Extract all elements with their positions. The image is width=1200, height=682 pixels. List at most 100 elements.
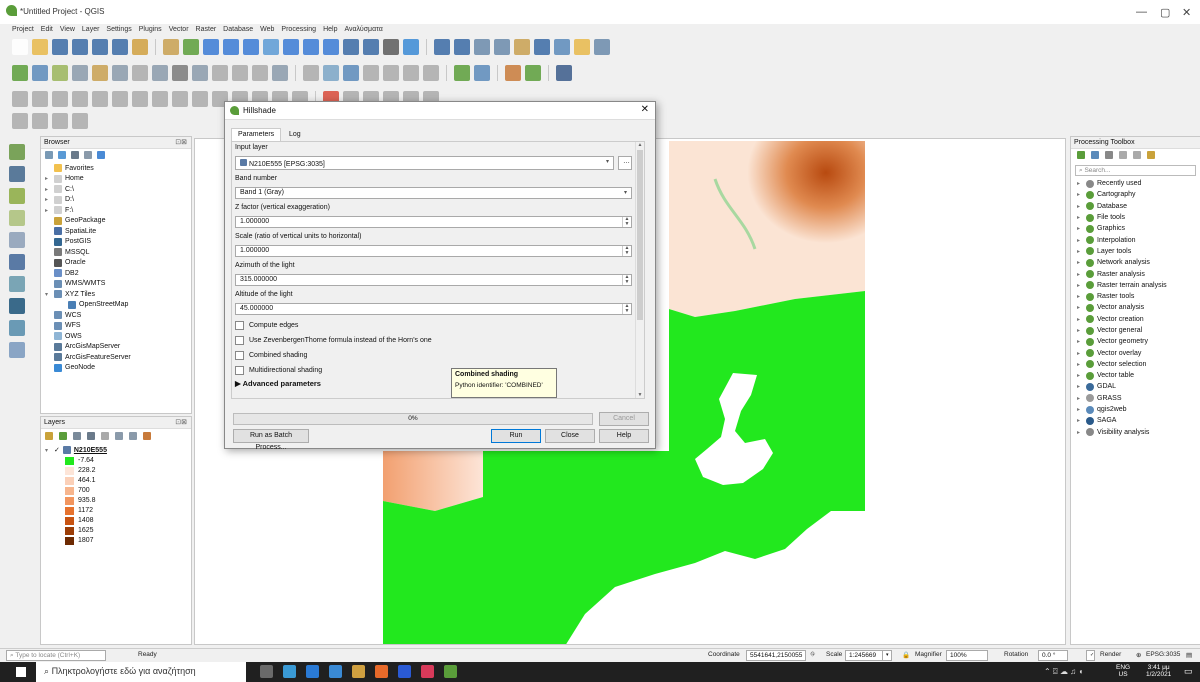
globe-icon[interactable]: ⊕ (1136, 651, 1141, 659)
expand-arrow-icon[interactable]: ▸ (45, 207, 51, 214)
toolbar-tool-icon[interactable] (52, 65, 68, 81)
toolbar-tool-icon[interactable] (303, 65, 319, 81)
taskbar-app-icon[interactable] (283, 665, 296, 678)
toolbar-tool-icon[interactable] (132, 91, 148, 107)
browser-item[interactable]: Favorites (45, 163, 191, 174)
add-database-layer-icon[interactable] (9, 254, 25, 270)
checkbox-icon[interactable] (235, 321, 244, 330)
scroll-down-icon[interactable]: ▼ (636, 392, 644, 398)
toolbar-tool-icon[interactable] (72, 39, 88, 55)
toolbox-item[interactable]: ▸ File tools (1077, 212, 1200, 223)
toolbar-tool-icon[interactable] (403, 65, 419, 81)
expand-arrow-icon[interactable]: ▸ (1077, 395, 1083, 402)
toolbar-tool-icon[interactable] (283, 39, 299, 55)
toolbar-tool-icon[interactable] (192, 91, 208, 107)
eye-icon[interactable] (73, 432, 81, 440)
menu-item[interactable]: Plugins (139, 26, 162, 33)
toolbar-tool-icon[interactable] (32, 39, 48, 55)
toolbox-search-input[interactable]: ⌕ Search... (1075, 165, 1196, 176)
toolbox-item[interactable]: ▸ Vector general (1077, 325, 1200, 336)
expand-arrow-icon[interactable]: ▸ (1077, 293, 1083, 300)
toolbar-tool-icon[interactable] (243, 39, 259, 55)
browser-item[interactable]: GeoPackage (45, 216, 191, 227)
toolbox-item[interactable]: ▸ Network analysis (1077, 257, 1200, 268)
toolbar-tool-icon[interactable] (32, 91, 48, 107)
scroll-up-icon[interactable]: ▲ (636, 142, 644, 148)
toolbox-item[interactable]: ▸ Interpolation (1077, 234, 1200, 245)
toolbar-tool-icon[interactable] (556, 65, 572, 81)
expand-arrow-icon[interactable]: ▸ (1077, 248, 1083, 255)
toolbar-tool-icon[interactable] (363, 65, 379, 81)
toolbar-tool-icon[interactable] (525, 65, 541, 81)
expand-arrow-icon[interactable]: ▸ (1077, 282, 1083, 289)
azimuth-input[interactable]: 315.000000 ▲ ▼ (235, 274, 632, 286)
expand-arrow-icon[interactable]: ▸ (1077, 383, 1083, 390)
locate-input[interactable]: ⌕ Type to locate (Ctrl+K) (6, 650, 106, 661)
toolbar-tool-icon[interactable] (252, 65, 268, 81)
browser-item[interactable]: WCS (45, 310, 191, 321)
spin-arrows-icon[interactable]: ▲ ▼ (622, 217, 631, 227)
magnifier-field[interactable]: 100% (946, 650, 988, 661)
checkbox-icon[interactable] (235, 351, 244, 360)
add-group-icon[interactable] (59, 432, 67, 440)
toolbar-tool-icon[interactable] (192, 65, 208, 81)
taskbar-app-icon[interactable] (329, 665, 342, 678)
remove-layer-icon[interactable] (143, 432, 151, 440)
taskbar-app-icon[interactable] (421, 665, 434, 678)
browser-item[interactable]: ▸ C:\ (45, 184, 191, 195)
expand-arrow-icon[interactable]: ▸ (1077, 327, 1083, 334)
menu-item[interactable]: Database (223, 26, 253, 33)
browser-item[interactable]: GeoNode (45, 363, 191, 374)
toolbar-tool-icon[interactable] (152, 91, 168, 107)
toolbox-item[interactable]: ▸ Vector table (1077, 370, 1200, 381)
toolbox-item[interactable]: ▸ Layer tools (1077, 246, 1200, 257)
toolbar-tool-icon[interactable] (363, 39, 379, 55)
menu-item[interactable]: Settings (106, 26, 131, 33)
option-checkbox[interactable]: Multidirectional shading (235, 363, 632, 378)
toolbar-tool-icon[interactable] (212, 65, 228, 81)
toolbar-tool-icon[interactable] (163, 39, 179, 55)
expand-arrow-icon[interactable]: ▸ (1077, 180, 1083, 187)
parameters-scrollbar[interactable]: ▲ ▼ (635, 142, 644, 398)
expression-icon[interactable] (101, 432, 109, 440)
expand-arrow-icon[interactable]: ▸ (1077, 417, 1083, 424)
toolbar-tool-icon[interactable] (12, 113, 28, 129)
browser-item[interactable]: WFS (45, 321, 191, 332)
browser-item[interactable]: OpenStreetMap (45, 300, 191, 311)
clock[interactable]: 3:41 μμ 1/2/2021 (1146, 664, 1171, 678)
band-select[interactable]: Band 1 (Gray) ▾ (235, 187, 632, 199)
toolbar-tool-icon[interactable] (494, 39, 510, 55)
toolbox-item[interactable]: ▸ Visibility analysis (1077, 427, 1200, 438)
menu-item[interactable]: Web (260, 26, 274, 33)
menu-item[interactable]: Raster (196, 26, 217, 33)
add-wms-layer-icon[interactable] (9, 276, 25, 292)
expand-arrow-icon[interactable]: ▸ (1077, 237, 1083, 244)
toolbar-tool-icon[interactable] (323, 39, 339, 55)
menu-item[interactable]: Project (12, 26, 34, 33)
altitude-input[interactable]: 45.000000 ▲ ▼ (235, 303, 632, 315)
toolbar-tool-icon[interactable] (183, 39, 199, 55)
toolbar-tool-icon[interactable] (112, 39, 128, 55)
close-button[interactable]: Close (545, 429, 595, 443)
toolbar-tool-icon[interactable] (454, 65, 470, 81)
toolbar-tool-icon[interactable] (203, 39, 219, 55)
toolbar-tool-icon[interactable] (72, 113, 88, 129)
cancel-button[interactable]: Cancel (599, 412, 649, 426)
add-virtual-layer-icon[interactable] (9, 342, 25, 358)
toolbar-tool-icon[interactable] (343, 65, 359, 81)
toolbar-tool-icon[interactable] (152, 65, 168, 81)
toolbox-item[interactable]: ▸ Raster terrain analysis (1077, 280, 1200, 291)
refresh-icon[interactable] (58, 151, 66, 159)
expand-arrow-icon[interactable]: ▸ (45, 186, 51, 193)
filter-icon[interactable] (71, 151, 79, 159)
toolbox-item[interactable]: ▸ Database (1077, 201, 1200, 212)
collapse-icon[interactable] (129, 432, 137, 440)
toolbar-tool-icon[interactable] (132, 65, 148, 81)
toolbox-item[interactable]: ▸ GRASS (1077, 393, 1200, 404)
toolbox-item[interactable]: ▸ Vector selection (1077, 359, 1200, 370)
toolbar-tool-icon[interactable] (32, 65, 48, 81)
toolbar-tool-icon[interactable] (434, 39, 450, 55)
option-checkbox[interactable]: Use ZevenbergenThorne formula instead of… (235, 333, 632, 348)
toolbar-tool-icon[interactable] (112, 91, 128, 107)
toolbar-tool-icon[interactable] (263, 39, 279, 55)
